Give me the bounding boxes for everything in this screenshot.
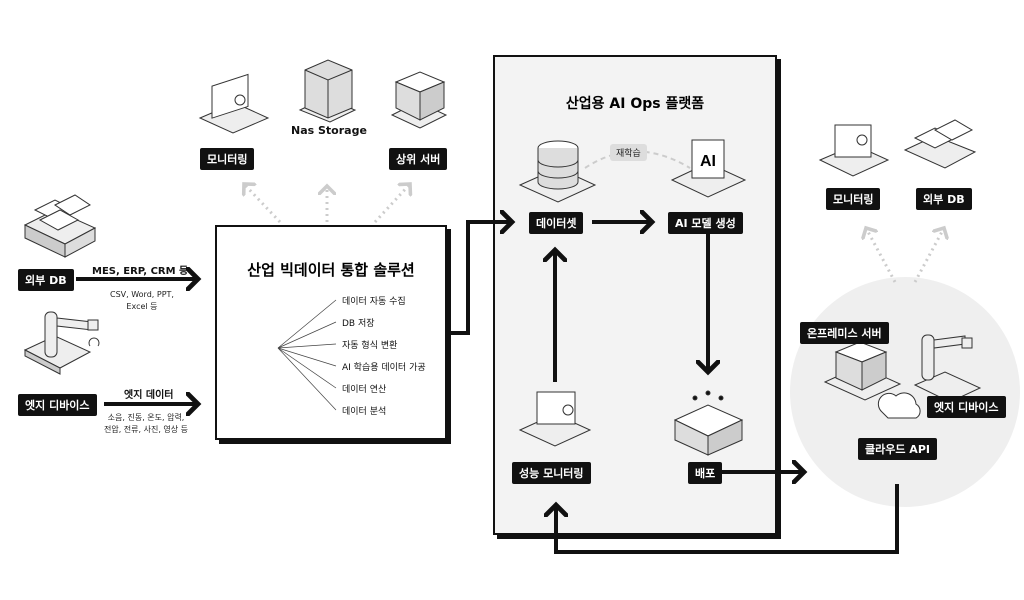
cloud-api-label: 클라우드 API [858, 438, 937, 460]
feature-item: 데이터 연산 [342, 385, 387, 395]
feature-item: 데이터 분석 [342, 407, 387, 417]
right-monitoring-label: 모니터링 [826, 188, 881, 210]
feature-rays [277, 299, 337, 411]
dataset-label: 데이터셋 [529, 212, 584, 234]
ai-model-label: AI 모델 생성 [668, 212, 743, 234]
feature-item: 데이터 자동 수집 [342, 297, 406, 307]
onprem-server-label: 온프레미스 서버 [800, 322, 889, 344]
retrain-label: 재학습 [610, 144, 647, 161]
performance-monitoring-label: 성능 모니터링 [512, 462, 591, 484]
right-edge-device-label: 엣지 디바이스 [927, 396, 1006, 418]
feature-item: 자동 형식 변환 [342, 341, 398, 351]
feature-item: DB 저장 [342, 319, 375, 329]
feature-item: AI 학습용 데이터 가공 [342, 363, 426, 373]
deploy-label: 배포 [688, 462, 723, 484]
right-external-db-label: 외부 DB [916, 188, 972, 210]
